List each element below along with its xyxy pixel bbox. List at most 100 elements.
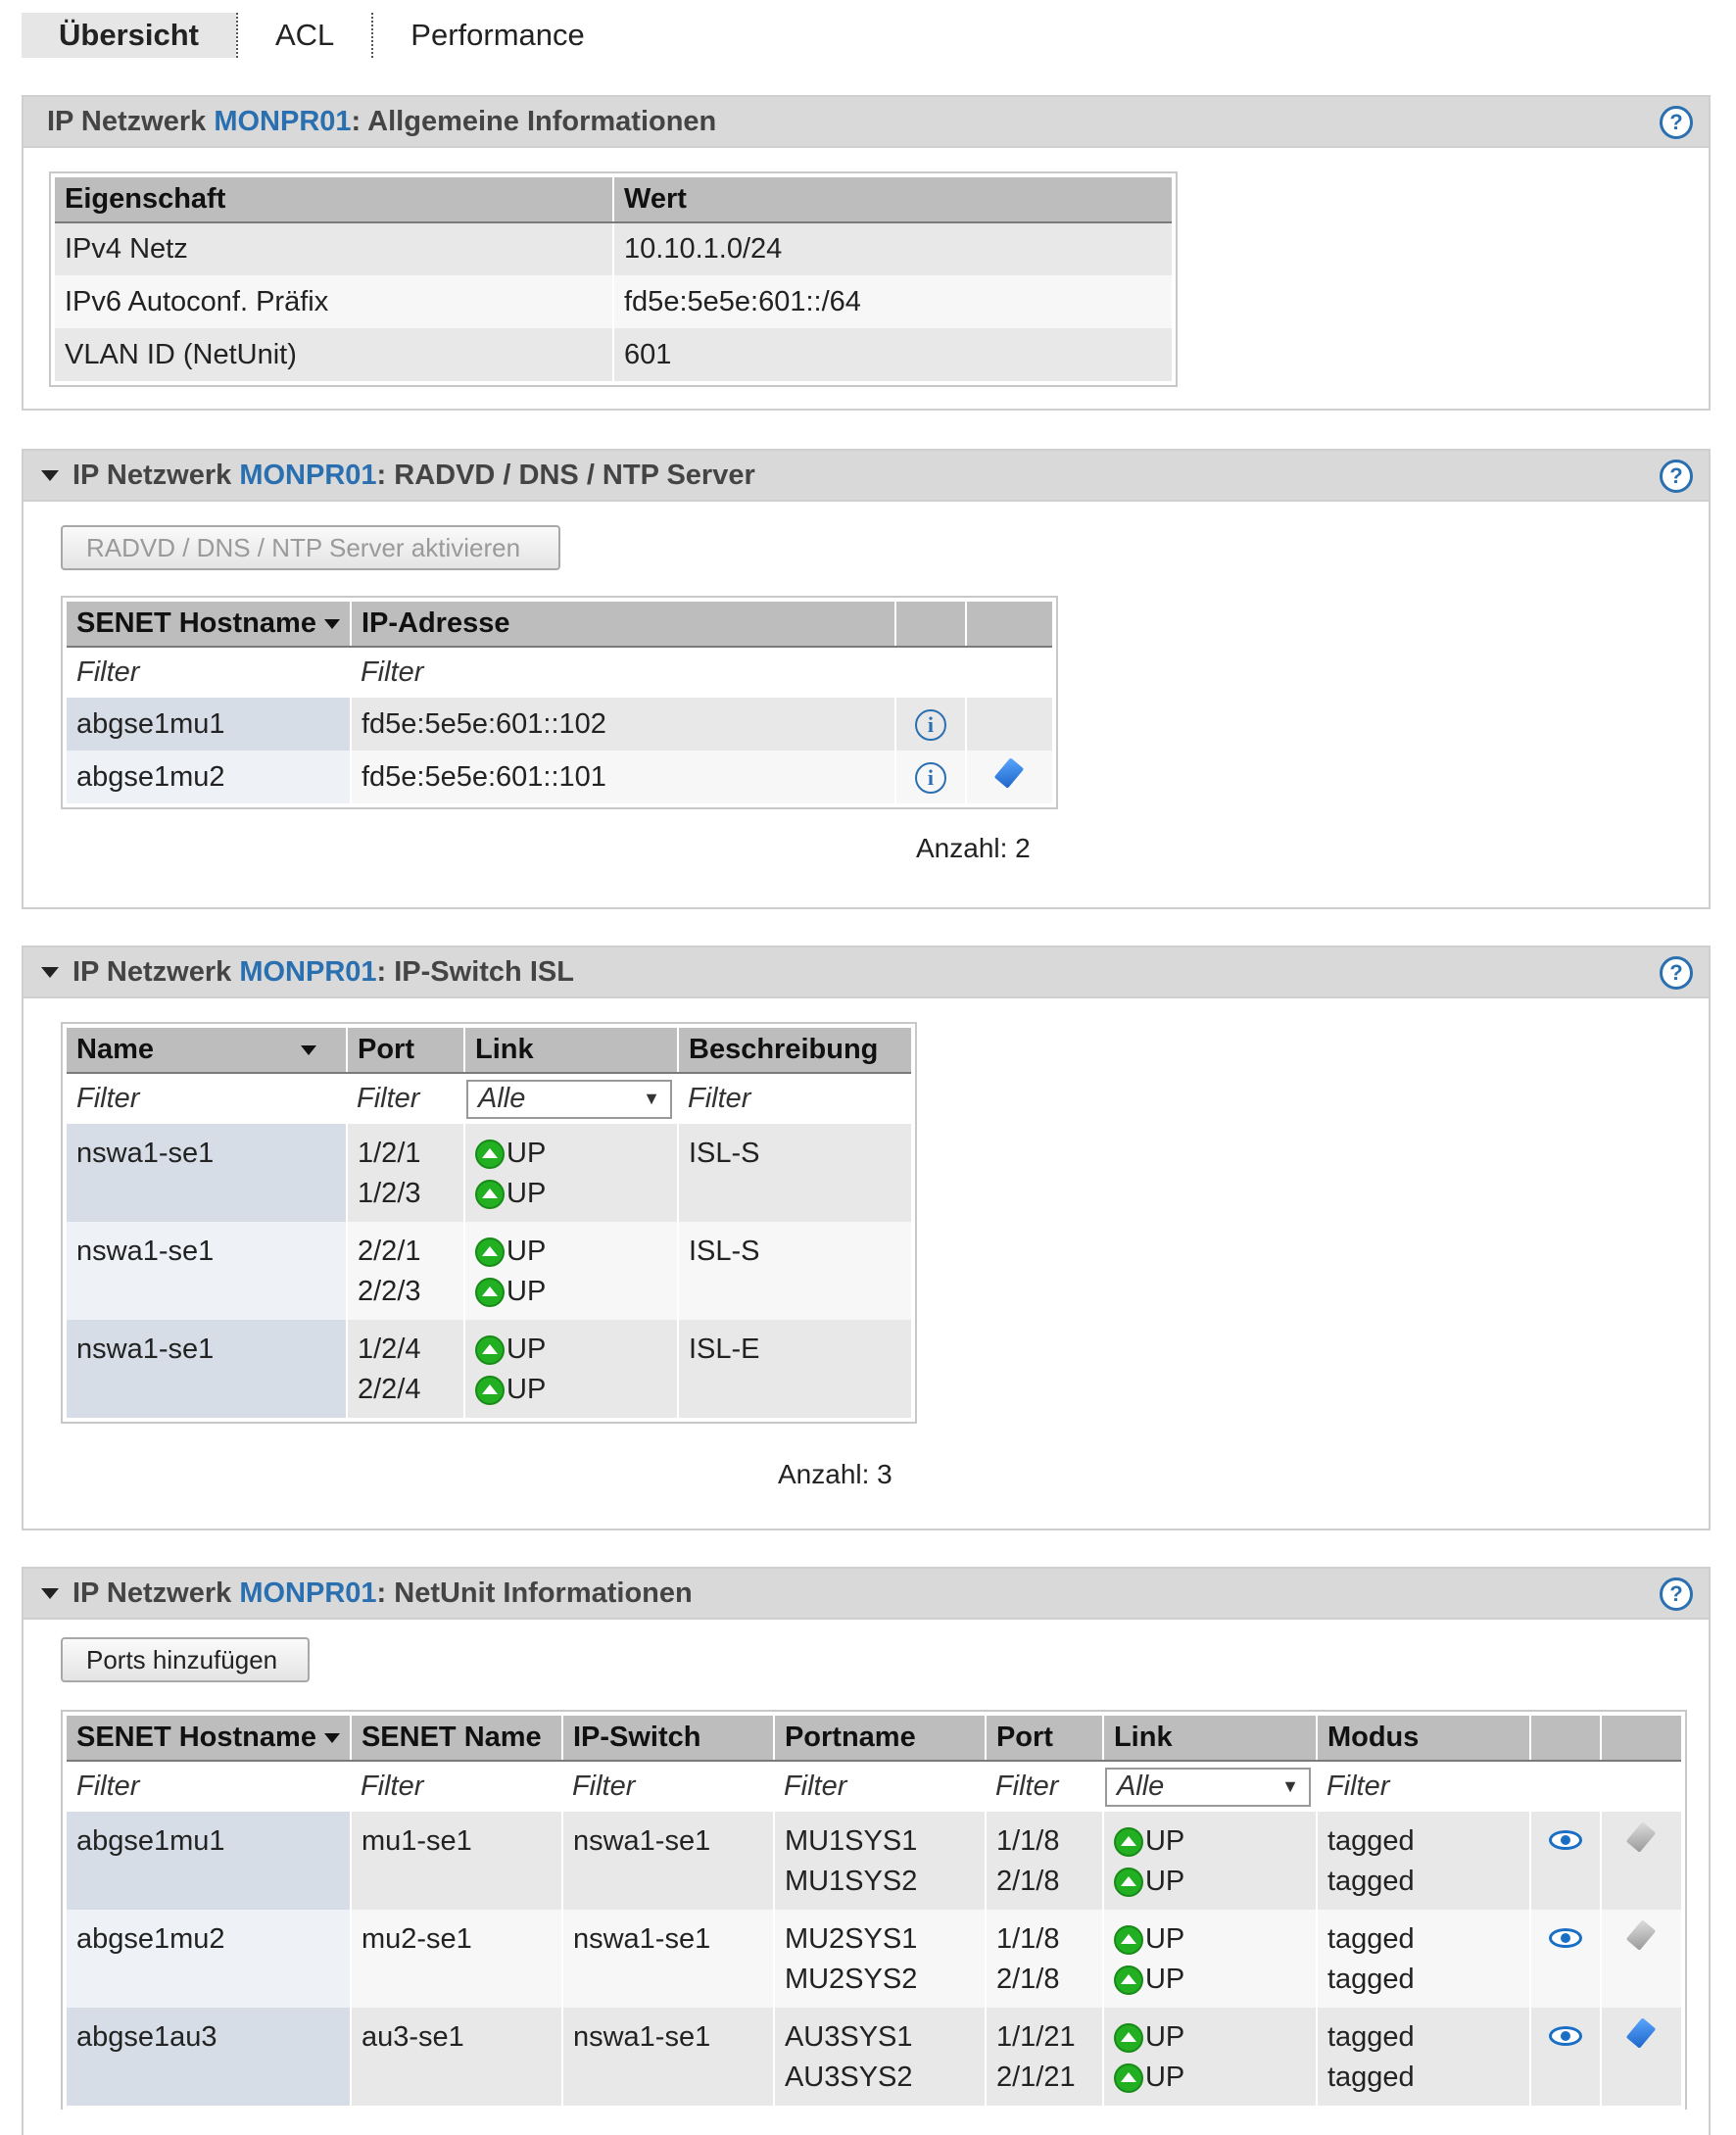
hostname-cell: abgse1mu2 bbox=[67, 1910, 352, 2008]
table-row: nswa1-se1 2/2/1 2/2/3 UP UP ISL-S bbox=[67, 1222, 911, 1320]
up-arrow-icon bbox=[1113, 1867, 1143, 1897]
collapse-triangle-icon[interactable] bbox=[41, 469, 59, 481]
column-header-link[interactable]: Link bbox=[464, 1028, 679, 1074]
port-value: 1/1/21 bbox=[995, 2021, 1076, 2053]
edit-cell bbox=[1600, 2008, 1681, 2106]
column-header-port[interactable]: Port bbox=[347, 1028, 465, 1074]
collapse-triangle-icon[interactable] bbox=[41, 1587, 59, 1599]
eye-icon[interactable] bbox=[1548, 2026, 1582, 2046]
info-icon[interactable]: i bbox=[914, 709, 946, 741]
port-cell: 1/2/4 2/2/4 bbox=[347, 1320, 465, 1418]
portname-filter-input[interactable]: Filter bbox=[773, 1761, 986, 1812]
hostname-filter-input[interactable]: Filter bbox=[67, 1761, 351, 1812]
ip-switch-cell: nswa1-se1 bbox=[561, 2008, 775, 2106]
column-header-port[interactable]: Port bbox=[985, 1716, 1104, 1762]
property-name: IPv6 Autoconf. Präfix bbox=[55, 275, 614, 328]
link-text: UP bbox=[1144, 1923, 1185, 1955]
modus-filter-input[interactable]: Filter bbox=[1316, 1761, 1530, 1812]
port-value: 1/1/8 bbox=[995, 1923, 1060, 1955]
property-value: fd5e:5e5e:601::/64 bbox=[613, 275, 1172, 328]
tab-bar: Übersicht ACL Performance bbox=[22, 12, 622, 59]
port-value: 2/2/3 bbox=[358, 1276, 421, 1307]
edit-icon[interactable] bbox=[1626, 2017, 1657, 2049]
info-icon[interactable]: i bbox=[914, 762, 946, 794]
column-header-beschreibung[interactable]: Beschreibung bbox=[678, 1028, 911, 1074]
column-header-ip[interactable]: IP-Adresse bbox=[350, 602, 896, 648]
info-cell: i bbox=[894, 751, 967, 803]
portname-value: AU3SYS1 bbox=[784, 2021, 913, 2053]
filter-cell-empty bbox=[1529, 1761, 1601, 1812]
help-icon[interactable]: ? bbox=[1660, 460, 1693, 493]
link-text: UP bbox=[506, 1276, 547, 1307]
filter-cell-empty bbox=[965, 647, 1052, 698]
modus-cell: tagged tagged bbox=[1316, 2008, 1531, 2106]
network-name: MONPR01 bbox=[239, 459, 377, 491]
column-header-name[interactable]: Name bbox=[67, 1028, 348, 1074]
edit-icon[interactable] bbox=[1626, 1919, 1657, 1951]
column-header-hostname[interactable]: SENET Hostname bbox=[67, 1716, 352, 1762]
filter-cell-empty bbox=[1600, 1761, 1681, 1812]
eye-icon[interactable] bbox=[1548, 1928, 1582, 1948]
help-icon[interactable]: ? bbox=[1660, 1577, 1693, 1611]
column-header-wert[interactable]: Wert bbox=[613, 177, 1172, 223]
table-row: IPv6 Autoconf. Präfix fd5e:5e5e:601::/64 bbox=[55, 275, 1172, 328]
column-header-hostname[interactable]: SENET Hostname bbox=[67, 602, 352, 648]
port-value: 1/2/4 bbox=[358, 1334, 421, 1365]
link-filter-select[interactable]: Alle ▼ bbox=[466, 1079, 672, 1119]
up-arrow-icon bbox=[475, 1277, 505, 1307]
column-header-portname[interactable]: Portname bbox=[773, 1716, 987, 1762]
column-header-ip-switch[interactable]: IP-Switch bbox=[561, 1716, 775, 1762]
panel-title: IP Netzwerk MONPR01: IP-Switch ISL bbox=[72, 956, 574, 989]
tab-uebersicht[interactable]: Übersicht bbox=[22, 13, 236, 58]
up-arrow-icon bbox=[1113, 1924, 1143, 1955]
column-header-eigenschaft[interactable]: Eigenschaft bbox=[55, 177, 614, 223]
help-icon[interactable]: ? bbox=[1660, 106, 1693, 139]
edit-cell bbox=[1600, 1910, 1681, 2008]
isl-table-wrap: Name Port Link Beschreibung Filter Filte… bbox=[61, 1022, 917, 1424]
up-arrow-icon bbox=[475, 1139, 505, 1169]
portname-value: AU3SYS2 bbox=[784, 2062, 913, 2093]
link-status: UP bbox=[475, 1272, 667, 1312]
link-status: UP bbox=[475, 1134, 667, 1174]
link-cell: UP UP bbox=[1102, 2008, 1318, 2106]
modus-value: tagged bbox=[1326, 1825, 1415, 1857]
senet-name-filter-input[interactable]: Filter bbox=[350, 1761, 562, 1812]
ip-filter-input[interactable]: Filter bbox=[350, 647, 895, 698]
eye-icon[interactable] bbox=[1548, 1830, 1582, 1850]
column-label: SENET Hostname bbox=[76, 1722, 316, 1753]
edit-cell bbox=[965, 751, 1052, 803]
column-header-modus[interactable]: Modus bbox=[1316, 1716, 1531, 1762]
help-icon[interactable]: ? bbox=[1660, 956, 1693, 990]
name-filter-input[interactable]: Filter bbox=[67, 1073, 347, 1124]
hostname-filter-input[interactable]: Filter bbox=[67, 647, 351, 698]
port-cell: 1/2/1 1/2/3 bbox=[347, 1124, 465, 1222]
port-filter-input[interactable]: Filter bbox=[347, 1073, 464, 1124]
edit-icon[interactable] bbox=[994, 757, 1025, 789]
properties-table-wrap: Eigenschaft Wert IPv4 Netz 10.10.1.0/24 … bbox=[49, 171, 1178, 387]
column-header-link[interactable]: Link bbox=[1102, 1716, 1318, 1762]
tab-performance[interactable]: Performance bbox=[373, 13, 621, 58]
up-arrow-icon bbox=[1113, 1965, 1143, 1995]
up-arrow-icon bbox=[1113, 1826, 1143, 1857]
port-value: 1/1/8 bbox=[995, 1825, 1060, 1857]
link-filter-select[interactable]: Alle ▼ bbox=[1104, 1767, 1311, 1807]
activate-servers-button[interactable]: RADVD / DNS / NTP Server aktivieren bbox=[61, 525, 560, 570]
add-ports-button[interactable]: Ports hinzufügen bbox=[61, 1637, 310, 1682]
port-filter-input[interactable]: Filter bbox=[985, 1761, 1103, 1812]
tab-acl[interactable]: ACL bbox=[238, 13, 371, 58]
link-text: UP bbox=[506, 1138, 547, 1169]
filter-row: Filter Filter Alle ▼ Filter bbox=[67, 1073, 911, 1124]
collapse-triangle-icon[interactable] bbox=[41, 966, 59, 978]
edit-icon[interactable] bbox=[1626, 1821, 1657, 1853]
column-header-empty bbox=[1600, 1716, 1681, 1762]
link-status: UP bbox=[1113, 2017, 1306, 2058]
hostname-cell: abgse1au3 bbox=[67, 2008, 352, 2106]
desc-cell: ISL-S bbox=[678, 1124, 911, 1222]
ip-switch-cell: nswa1-se1 bbox=[561, 1812, 775, 1910]
column-header-empty bbox=[965, 602, 1052, 648]
ip-switch-filter-input[interactable]: Filter bbox=[561, 1761, 774, 1812]
desc-filter-input[interactable]: Filter bbox=[678, 1073, 911, 1124]
column-header-senet-name[interactable]: SENET Name bbox=[350, 1716, 563, 1762]
portname-cell: MU1SYS1 MU1SYS2 bbox=[773, 1812, 987, 1910]
title-prefix: IP Netzwerk bbox=[72, 955, 232, 988]
